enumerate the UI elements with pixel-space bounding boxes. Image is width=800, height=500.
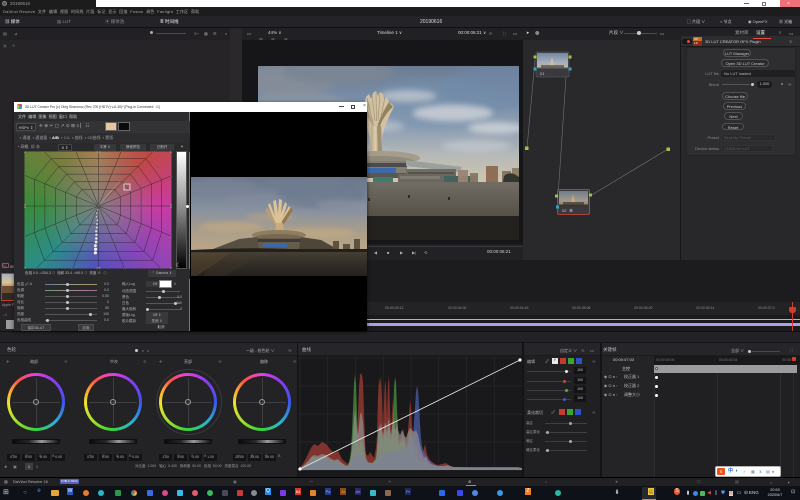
svg-text:01: 01 bbox=[540, 71, 545, 76]
svg-text:02: 02 bbox=[562, 208, 567, 213]
